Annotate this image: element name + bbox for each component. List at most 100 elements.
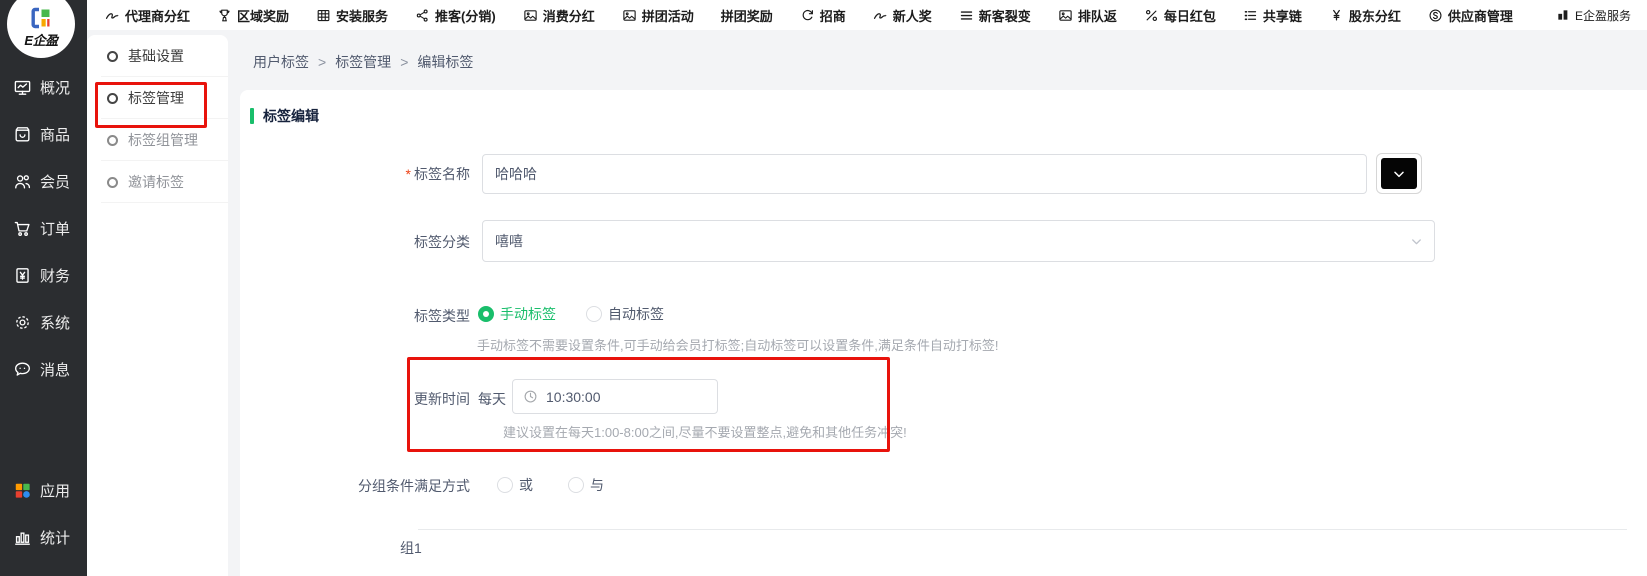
apps-icon [13,481,32,500]
table-icon [316,8,331,23]
sidebar-item[interactable]: 财务 [13,262,70,288]
logo-text: E企盈 [24,30,57,49]
sidebar-item-label: 会员 [40,171,70,192]
breadcrumb-item[interactable]: 标签管理 [335,52,391,72]
time-value: 10:30:00 [546,389,601,405]
sidebar-item[interactable]: 会员 [13,168,70,194]
submenu-item[interactable]: 邀请标签 [87,161,228,203]
pen-icon [873,8,888,23]
finance-icon [13,266,32,285]
topnav-service-item[interactable]: E企盈服务 [1556,7,1631,24]
topnav-item[interactable]: 消费分红 [523,6,595,25]
tag-type-radio[interactable]: 自动标签 [586,304,664,324]
sidebar-item[interactable]: 系统 [13,309,70,335]
topnav-item-label: 新客裂变 [979,6,1031,25]
topnav-item[interactable]: 排队返 [1058,6,1117,25]
breadcrumb-item[interactable]: 用户标签 [253,52,309,72]
tag-type-radio-label: 自动标签 [608,304,664,324]
group-condition-label: 分组条件满足方式 [240,476,470,496]
topnav-item[interactable]: 拼团活动 [622,6,694,25]
group-condition-radio[interactable]: 与 [568,475,604,495]
group-condition-radio-label: 或 [519,475,533,495]
sidebar-item-label: 统计 [40,527,70,548]
sidebar-item[interactable]: 应用 [13,477,70,503]
topnav-item[interactable]: 股东分红 [1329,6,1401,25]
section-accent-bar [250,108,254,124]
topnav-item[interactable]: 安装服务 [316,6,388,25]
topnav-item[interactable]: 招商 [800,6,846,25]
submenu-item-label: 标签组管理 [128,130,198,150]
time-picker[interactable]: 10:30:00 [512,379,718,414]
message-icon [13,360,32,379]
collapse-toggle-button[interactable] [1376,153,1422,194]
topnav-item[interactable]: 新人奖 [873,6,932,25]
topnav-item[interactable]: 新客裂变 [959,6,1031,25]
tag-type-radio-group: 手动标签 自动标签 [478,304,664,324]
topnav-item[interactable]: 推客(分销) [415,6,496,25]
tag-category-value: 嘻嘻 [495,231,523,251]
radio-icon [497,477,513,493]
circle-icon [107,135,118,146]
secondary-sidebar: 基础设置标签管理标签组管理邀请标签 [87,35,228,576]
menu-icon [959,8,974,23]
topnav-item[interactable]: 拼团奖励 [721,6,773,25]
topnav-item-label: 招商 [820,6,846,25]
tag-category-label: 标签分类 [240,232,470,252]
group-condition-radio[interactable]: 或 [497,475,533,495]
circle-icon [107,177,118,188]
sidebar-item[interactable]: 消息 [13,356,70,382]
sidebar-item[interactable]: 概况 [13,74,70,100]
circle-icon [107,51,118,62]
recycle-icon [800,8,815,23]
radio-icon [586,306,602,322]
group-condition-radio-group: 或与 [497,475,604,495]
topnav-item-label: 拼团奖励 [721,6,773,25]
stats-icon [13,528,32,547]
orders-icon [13,219,32,238]
tag-type-hint: 手动标签不需要设置条件,可手动给会员打标签;自动标签可以设置条件,满足条件自动打… [477,335,998,354]
list-icon [1243,8,1258,23]
tag-category-select[interactable]: 嘻嘻 [482,220,1435,262]
topnav-item-label: 区域奖励 [237,6,289,25]
chevron-down-icon [1391,166,1407,182]
submenu-item-label: 标签管理 [128,88,184,108]
topnav-item[interactable]: 供应商管理 [1428,6,1513,25]
submenu-item[interactable]: 基础设置 [87,35,228,77]
tag-name-input[interactable] [482,154,1367,194]
image-icon [1058,8,1073,23]
pen-icon [105,8,120,23]
tag-type-radio[interactable]: 手动标签 [478,304,556,324]
topnav-item-label: 供应商管理 [1448,6,1513,25]
submenu-item[interactable]: 标签组管理 [87,119,228,161]
topnav-item[interactable]: 代理商分红 [105,6,190,25]
system-icon [13,313,32,332]
overview-icon [13,78,32,97]
trophy-icon [217,8,232,23]
submenu-item-label: 邀请标签 [128,172,184,192]
sidebar-item[interactable]: 订单 [13,215,70,241]
topnav-item[interactable]: 共享链 [1243,6,1302,25]
s-circle-icon [1428,8,1443,23]
members-icon [13,172,32,191]
chevron-down-icon [1409,234,1424,249]
topnav-item-label: 拼团活动 [642,6,694,25]
app-logo: E企盈 [7,0,75,58]
topnav-item-label: 新人奖 [893,6,932,25]
topnav-item[interactable]: 每日红包 [1144,6,1216,25]
submenu-item-active[interactable]: 标签管理 [87,77,228,119]
sidebar-item-label: 订单 [40,218,70,239]
tag-type-radio-label: 手动标签 [500,304,556,324]
bars-icon [1556,8,1570,22]
tag-type-label: 标签类型 [240,306,470,326]
update-time-hint: 建议设置在每天1:00-8:00之间,尽量不要设置整点,避免和其他任务冲突! [503,422,907,441]
breadcrumb: 用户标签>标签管理>编辑标签 [253,52,473,72]
image-icon [523,8,538,23]
sidebar-item[interactable]: 商品 [13,121,70,147]
sidebar-item[interactable]: 统计 [13,524,70,550]
sidebar-item-label: 应用 [40,480,70,501]
topnav-item-label: 消费分红 [543,6,595,25]
primary-sidebar: E企盈 概况商品会员订单财务系统消息 应用统计 [0,0,87,576]
topnav-item[interactable]: 区域奖励 [217,6,289,25]
topnav-item-label: 安装服务 [336,6,388,25]
share-icon [415,8,430,23]
